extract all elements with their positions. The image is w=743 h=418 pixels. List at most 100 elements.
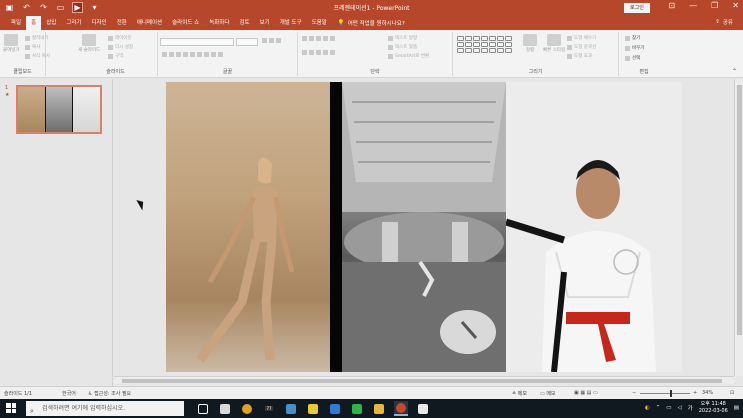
tell-me-search[interactable]: 💡 어떤 작업을 원하시나요? — [332, 19, 405, 27]
zoom-in-button[interactable]: + — [693, 390, 697, 396]
replace-button[interactable]: 바꾸기 — [625, 45, 644, 51]
tab-7[interactable]: 슬라이드 쇼 — [167, 16, 204, 30]
taskbar-app-calendar[interactable] — [218, 401, 232, 416]
ribbon-display-options-icon[interactable]: ⊡ — [668, 1, 675, 10]
select-button[interactable]: 선택 — [625, 55, 640, 61]
cut-button[interactable]: 잘라내기 — [25, 35, 49, 41]
shape-icon[interactable] — [465, 36, 472, 41]
taskbar-app-chrome[interactable] — [240, 401, 254, 416]
view-buttons[interactable]: ▣ ▦ ▤ ▭ — [574, 390, 598, 396]
taskbar-app-messenger[interactable] — [350, 401, 364, 416]
windows-start-button[interactable] — [6, 403, 16, 413]
shape-icon[interactable] — [473, 42, 480, 47]
shape-icon[interactable] — [473, 36, 480, 41]
shape-icon[interactable] — [505, 48, 512, 53]
tab-6[interactable]: 애니메이션 — [132, 16, 167, 30]
parking-garage-photo[interactable] — [330, 82, 506, 372]
task-view-button[interactable] — [196, 401, 210, 416]
tab-11[interactable]: 개발 도구 — [275, 16, 307, 30]
close-button[interactable]: ✕ — [732, 1, 739, 10]
shape-icon[interactable] — [457, 36, 464, 41]
tab-2[interactable]: 삽입 — [41, 16, 61, 30]
dancer-photo[interactable] — [166, 82, 330, 372]
shape-icon[interactable] — [457, 48, 464, 53]
tab-5[interactable]: 전환 — [112, 16, 132, 30]
taskbar-app-notes[interactable] — [306, 401, 320, 416]
slide-canvas[interactable] — [166, 82, 682, 372]
arrange-button[interactable]: 정렬 — [523, 34, 537, 53]
vertical-scroll-thumb[interactable] — [737, 85, 742, 335]
font-name-box[interactable] — [160, 38, 234, 46]
fit-slide-icon[interactable]: ⊡ — [730, 390, 734, 396]
language-indicator[interactable]: 한국어 — [62, 390, 76, 397]
tab-0[interactable]: 파일 — [6, 16, 26, 30]
normal-view-icon[interactable]: ▣ — [574, 390, 579, 396]
shape-outline-button[interactable]: 도형 윤곽선 — [567, 44, 596, 50]
tab-9[interactable]: 검토 — [234, 16, 254, 30]
notes-button[interactable]: ≜ 메모 — [512, 390, 527, 397]
vertical-scrollbar[interactable] — [734, 79, 743, 376]
shape-icon[interactable] — [489, 48, 496, 53]
minimize-button[interactable]: — — [689, 1, 697, 10]
comments-button[interactable]: ▭ 메모 — [540, 390, 556, 397]
find-button[interactable]: 찾기 — [625, 35, 640, 41]
shape-effects-button[interactable]: 도형 효과 — [567, 53, 592, 59]
align-buttons[interactable] — [302, 50, 335, 55]
shape-icon[interactable] — [497, 48, 504, 53]
weather-icon[interactable]: ◐ — [645, 405, 650, 411]
tab-3[interactable]: 그리기 — [61, 16, 86, 30]
share-button[interactable]: ⇪ 공유 — [715, 18, 733, 26]
tab-4[interactable]: 디자인 — [87, 16, 112, 30]
volume-icon[interactable]: ◁ — [677, 405, 681, 411]
slide-thumbnail[interactable] — [16, 85, 102, 134]
reset-button[interactable]: 다시 설정 — [108, 44, 133, 50]
shape-icon[interactable] — [481, 42, 488, 47]
shape-icon[interactable] — [473, 48, 480, 53]
shape-icon[interactable] — [505, 42, 512, 47]
martial-arts-photo[interactable] — [506, 82, 682, 372]
tab-12[interactable]: 도움말 — [307, 16, 332, 30]
smartart-button[interactable]: SmartArt로 변환 — [388, 53, 429, 59]
font-size-box[interactable] — [236, 38, 258, 46]
zoom-level[interactable]: 34% — [702, 390, 713, 396]
taskbar-app-screenshot[interactable] — [416, 401, 430, 416]
shape-icon[interactable] — [489, 36, 496, 41]
shape-fill-button[interactable]: 도형 채우기 — [567, 35, 596, 41]
tab-10[interactable]: 보기 — [255, 16, 275, 30]
new-slide-button[interactable]: 새 슬라이드 — [78, 34, 100, 53]
taskbar-app-powerpoint[interactable] — [394, 401, 408, 416]
shape-icon[interactable] — [505, 36, 512, 41]
format-painter-button[interactable]: 서식 복사 — [25, 53, 50, 59]
shape-icon[interactable] — [481, 36, 488, 41]
text-direction-button[interactable]: 텍스트 방향 — [388, 35, 417, 41]
align-text-button[interactable]: 텍스트 맞춤 — [388, 44, 417, 50]
horizontal-scroll-thumb[interactable] — [122, 379, 722, 383]
accessibility-status[interactable]: ♿ 접근성: 조사 필요 — [88, 390, 131, 397]
layout-button[interactable]: 레이아웃 — [108, 35, 132, 41]
ime-indicator[interactable]: 가 — [688, 404, 693, 412]
shape-icon[interactable] — [497, 42, 504, 47]
quick-styles-button[interactable]: 빠른 스타일 — [543, 34, 565, 53]
shape-icon[interactable] — [481, 48, 488, 53]
zoom-slider-knob[interactable] — [670, 390, 672, 397]
shape-icon[interactable] — [465, 48, 472, 53]
taskbar-search-box[interactable]: ⌕ 검색하려면 여기에 입력하십시오. — [26, 401, 184, 416]
shapes-gallery[interactable] — [457, 36, 512, 53]
tab-1[interactable]: 홈 — [26, 16, 42, 30]
network-icon[interactable]: ▭ — [666, 405, 671, 411]
paste-button[interactable]: 붙여넣기 — [3, 34, 20, 53]
taskbar-app-photos[interactable] — [284, 401, 298, 416]
font-size-buttons[interactable] — [262, 38, 281, 43]
taskbar-app-explorer[interactable] — [372, 401, 386, 416]
shape-icon[interactable] — [489, 42, 496, 47]
login-button[interactable]: 로그인 — [624, 3, 650, 13]
zoom-slider[interactable] — [640, 393, 690, 394]
shape-icon[interactable] — [465, 42, 472, 47]
copy-button[interactable]: 복사 — [25, 44, 40, 50]
shape-icon[interactable] — [497, 36, 504, 41]
tab-8[interactable]: 녹화하다 — [204, 16, 234, 30]
taskbar-app-mail[interactable] — [328, 401, 342, 416]
list-buttons[interactable] — [302, 36, 335, 41]
collapse-ribbon-icon[interactable]: ⌃ — [732, 68, 737, 75]
section-button[interactable]: 구역 — [108, 53, 123, 59]
